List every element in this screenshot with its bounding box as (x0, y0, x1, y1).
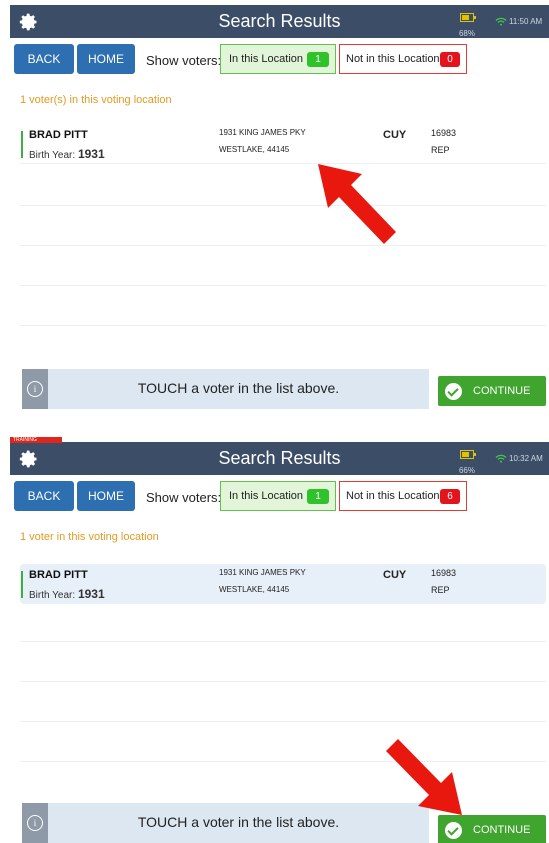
voter-birth-year: Birth Year: 1931 (29, 587, 105, 601)
voter-address-line1: 1931 KING JAMES PKY (219, 128, 306, 137)
continue-label: CONTINUE (473, 824, 531, 836)
continue-button[interactable]: CONTINUE (438, 376, 546, 406)
annotation-arrow (386, 739, 462, 815)
voter-party: REP (431, 145, 450, 155)
header-bar: Search Results 66% 10:32 AM (10, 442, 549, 475)
battery-icon: 66% (454, 446, 480, 475)
header-bar: Search Results 68% 11:50 AM (10, 5, 549, 38)
battery-level (462, 15, 469, 20)
filter-not-in-location-label: Not in this Location (346, 53, 440, 65)
screenshot-after: Search Results 66% 10:32 AM TRAINING BAC… (0, 437, 549, 843)
filter-in-location[interactable]: In this Location 1 (220, 44, 336, 74)
battery-level (462, 452, 469, 457)
filter-not-in-location[interactable]: Not in this Location 0 (339, 44, 467, 74)
battery-percent: 66% (458, 466, 475, 475)
continue-label: CONTINUE (473, 385, 531, 397)
not-in-location-count-badge: 6 (440, 489, 460, 504)
birth-year-value: 1931 (77, 587, 105, 601)
instruction-text: TOUCH a voter in the list above. (137, 380, 340, 396)
in-location-count-badge: 1 (307, 489, 329, 504)
info-box: i (22, 803, 48, 843)
voter-precinct: 16983 (431, 128, 457, 138)
info-icon: i (27, 381, 43, 397)
screenshot-before: Search Results 68% 11:50 AM BACK HOME Sh… (0, 0, 549, 418)
filter-in-location-label: In this Location (229, 53, 303, 65)
battery-percent: 68% (458, 29, 475, 38)
show-voters-label: Show voters: (146, 490, 222, 505)
voter-birth-year: Birth Year: 1931 (29, 147, 105, 161)
check-icon (445, 821, 462, 839)
voter-row-selected[interactable]: BRAD PITT Birth Year: 1931 1931 KING JAM… (20, 564, 546, 604)
battery-icon: 68% (454, 9, 480, 38)
voter-address-line1: 1931 KING JAMES PKY (219, 568, 306, 577)
row-status-bar (21, 131, 23, 158)
birth-year-value: 1931 (77, 147, 105, 161)
back-button[interactable]: BACK (14, 481, 74, 511)
instruction-text: TOUCH a voter in the list above. (137, 814, 340, 830)
not-in-location-count-badge: 0 (440, 52, 460, 67)
birth-year-label: Birth Year: (29, 590, 76, 601)
voter-county: CUY (383, 129, 407, 141)
clock: 10:32 AM (509, 454, 543, 463)
filter-in-location[interactable]: In this Location 1 (220, 481, 336, 511)
wifi-icon (495, 454, 507, 463)
voter-name: BRAD PITT (29, 569, 88, 581)
back-button[interactable]: BACK (14, 44, 74, 74)
voter-count-text: 1 voter in this voting location (20, 531, 159, 543)
info-icon: i (27, 815, 43, 831)
empty-list-rows (20, 205, 546, 365)
voter-count-text: 1 voter(s) in this voting location (20, 94, 172, 106)
annotation-arrow (318, 164, 396, 244)
check-icon (445, 382, 462, 400)
instruction-bar: i TOUCH a voter in the list above. (22, 803, 429, 843)
voter-county: CUY (383, 569, 407, 581)
wifi-icon (495, 17, 507, 26)
filter-in-location-label: In this Location (229, 490, 303, 502)
in-location-count-badge: 1 (307, 52, 329, 67)
birth-year-label: Birth Year: (29, 150, 76, 161)
filter-not-in-location[interactable]: Not in this Location 6 (339, 481, 467, 511)
voter-name: BRAD PITT (29, 129, 88, 141)
voter-precinct: 16983 (431, 568, 457, 578)
voter-row[interactable]: BRAD PITT Birth Year: 1931 1931 KING JAM… (20, 124, 546, 164)
instruction-bar: i TOUCH a voter in the list above. (22, 369, 429, 409)
home-button[interactable]: HOME (77, 44, 135, 74)
show-voters-label: Show voters: (146, 53, 222, 68)
training-badge: TRAINING (10, 437, 62, 443)
row-status-bar (21, 571, 23, 598)
home-button[interactable]: HOME (77, 481, 135, 511)
filter-not-in-location-label: Not in this Location (346, 490, 440, 502)
clock: 11:50 AM (509, 17, 543, 26)
voter-address-line2: WESTLAKE, 44145 (219, 585, 290, 594)
voter-party: REP (431, 585, 450, 595)
panel-separator (0, 418, 549, 437)
voter-address-line2: WESTLAKE, 44145 (219, 145, 290, 154)
info-box: i (22, 369, 48, 409)
